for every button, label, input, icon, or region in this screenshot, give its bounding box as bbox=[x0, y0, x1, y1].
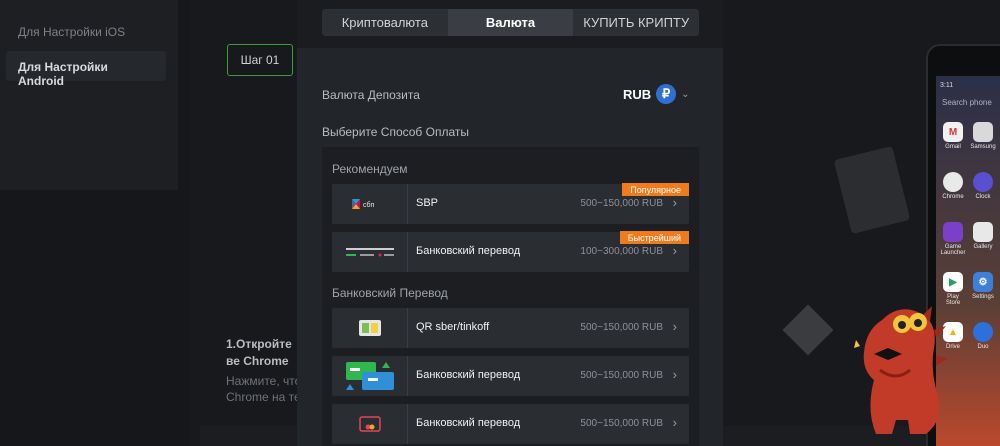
method-range: 500~150,000 RUB bbox=[580, 198, 663, 209]
method-name: SBP bbox=[416, 197, 439, 209]
settings-icon: ⚙ bbox=[973, 272, 993, 292]
method-range: 100~300,000 RUB bbox=[580, 246, 663, 257]
duo-icon bbox=[973, 322, 993, 342]
gmail-icon: M bbox=[943, 122, 963, 142]
samsung-icon bbox=[973, 122, 993, 142]
method-name: Банковский перевод bbox=[416, 417, 521, 429]
section-title-recommended: Рекомендуем bbox=[332, 162, 408, 176]
qr-icon bbox=[358, 320, 381, 336]
app-gmail: M Gmail bbox=[940, 122, 966, 150]
dinosaur-mascot bbox=[854, 306, 948, 434]
cards-logo bbox=[332, 356, 408, 396]
payment-method-sbp[interactable]: сбп SBP 500~150,000 RUB › Популярное bbox=[332, 183, 689, 224]
sbp-logo: сбп bbox=[332, 184, 408, 224]
section-title-bank-transfer: Банковский Перевод bbox=[332, 286, 448, 300]
app-chrome: Chrome bbox=[940, 172, 966, 200]
payment-type-tabs: Криптовалюта Валюта КУПИТЬ КРИПТУ bbox=[322, 9, 699, 36]
game-launcher-icon bbox=[943, 222, 963, 242]
instruction-title: 1.Откройте ве Chrome bbox=[226, 337, 292, 368]
clock-icon bbox=[973, 172, 993, 192]
chevron-right-icon: › bbox=[672, 195, 677, 210]
bank-cards-icon bbox=[345, 362, 394, 390]
sidebar: Для Настройки iOS Для Настройки Android bbox=[0, 0, 178, 190]
method-name: Банковский перевод bbox=[416, 369, 521, 381]
gallery-icon bbox=[973, 222, 993, 242]
sidebar-item-android[interactable]: Для Настройки Android bbox=[6, 51, 166, 88]
card-logo bbox=[332, 404, 408, 444]
payment-methods-panel: Рекомендуем сбп SBP 500~150,000 RUB › По… bbox=[322, 147, 699, 446]
credit-card-icon bbox=[358, 416, 381, 432]
chrome-icon bbox=[943, 172, 963, 192]
svg-text:сбп: сбп bbox=[363, 201, 375, 209]
instruction-text: Нажмите, что Chrome на те bbox=[226, 374, 302, 404]
app-samsung: Samsung bbox=[970, 122, 996, 150]
bank-transfer-icon bbox=[345, 248, 394, 257]
sbp-icon: сбп bbox=[351, 199, 375, 209]
app-duo: Duo bbox=[970, 322, 996, 350]
badge-popular: Популярное bbox=[622, 183, 689, 196]
currency-selector[interactable]: RUB ₽ ⌄ bbox=[623, 84, 690, 104]
payment-method-label: Выберите Способ Оплаты bbox=[322, 125, 470, 139]
phone-search-input: Search phone bbox=[942, 98, 992, 107]
app-gallery: Gallery bbox=[970, 222, 996, 250]
chevron-right-icon: › bbox=[672, 243, 677, 258]
tab-buy-crypto[interactable]: КУПИТЬ КРИПТУ bbox=[573, 9, 699, 36]
app-game-launcher: Game Launcher bbox=[940, 222, 966, 256]
chevron-right-icon: › bbox=[672, 415, 677, 430]
payment-method-bank-transfer-card[interactable]: Банковский перевод 500~150,000 RUB › bbox=[332, 404, 689, 444]
bank-transfer-logo bbox=[332, 232, 408, 272]
deposit-currency-label: Валюта Депозита bbox=[322, 88, 420, 102]
method-range: 500~150,000 RUB bbox=[580, 370, 663, 381]
ruble-icon: ₽ bbox=[656, 84, 677, 104]
payment-method-bank-transfer-cards[interactable]: Банковский перевод 500~150,000 RUB › bbox=[332, 356, 689, 396]
qr-logo bbox=[332, 308, 408, 348]
chevron-right-icon: › bbox=[672, 319, 677, 334]
payment-method-bank-transfer-fast[interactable]: Банковский перевод 100~300,000 RUB › Быс… bbox=[332, 231, 689, 272]
payment-method-qr-sber-tinkoff[interactable]: QR sber/tinkoff 500~150,000 RUB › bbox=[332, 308, 689, 348]
app-settings: ⚙ Settings bbox=[970, 272, 996, 300]
badge-fastest: Быстрейший bbox=[619, 231, 689, 244]
app-clock: Clock bbox=[970, 172, 996, 200]
tab-crypto[interactable]: Криптовалюта bbox=[322, 9, 448, 36]
deposit-modal: Криптовалюта Валюта КУПИТЬ КРИПТУ Валюта… bbox=[297, 0, 723, 446]
method-name: QR sber/tinkoff bbox=[416, 321, 490, 333]
step-button[interactable]: Шаг 01 bbox=[227, 44, 293, 76]
method-range: 500~150,000 RUB bbox=[580, 418, 663, 429]
phone-status-time: 3:11 bbox=[940, 82, 954, 89]
tab-currency[interactable]: Валюта bbox=[447, 9, 574, 36]
play-store-icon: ▶ bbox=[943, 272, 963, 292]
sidebar-item-ios[interactable]: Для Настройки iOS bbox=[18, 25, 125, 39]
method-range: 500~150,000 RUB bbox=[580, 322, 663, 333]
chevron-down-icon: ⌄ bbox=[681, 88, 690, 100]
currency-code: RUB bbox=[623, 86, 652, 102]
method-name: Банковский перевод bbox=[416, 245, 521, 257]
chevron-right-icon: › bbox=[672, 367, 677, 382]
